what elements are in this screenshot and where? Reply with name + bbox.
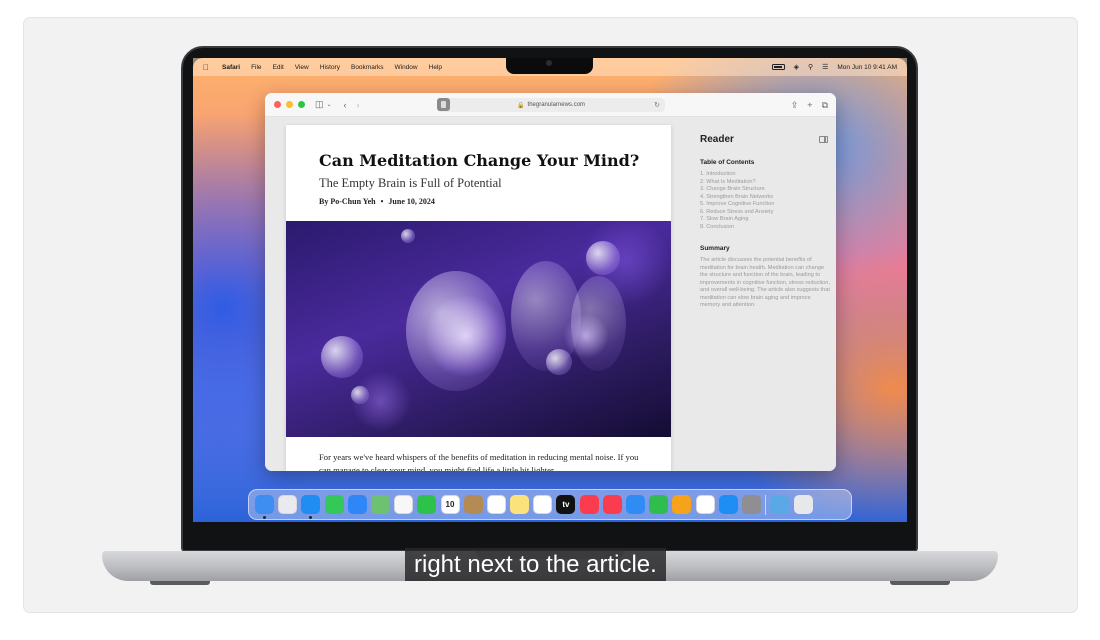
tab-overview-icon[interactable]: ⧉ xyxy=(822,100,828,111)
toc-item[interactable]: 6. Reduce Stress and Anxiety xyxy=(700,209,774,217)
dock-separator xyxy=(765,494,767,515)
freeform-icon[interactable] xyxy=(533,495,553,514)
keynote-icon[interactable] xyxy=(626,495,645,514)
battery-icon[interactable] xyxy=(771,64,785,70)
launchpad-icon[interactable] xyxy=(278,495,298,514)
toc-item[interactable]: 3. Change Brain Structure xyxy=(700,186,774,194)
tv-icon[interactable]: tv xyxy=(556,495,576,514)
wifi-icon[interactable]: ◈ xyxy=(794,63,799,71)
downloads-folder-icon[interactable] xyxy=(770,495,790,514)
forward-icon[interactable]: › xyxy=(357,100,360,110)
search-icon[interactable]: ⚲ xyxy=(808,63,813,71)
share-icon[interactable]: ⇪ xyxy=(791,100,799,111)
reader-sidebar: Reader Table of Contents 1. Introduction… xyxy=(689,117,836,471)
menu-view[interactable]: View xyxy=(295,64,309,71)
menu-app-safari[interactable]: Safari xyxy=(222,64,240,71)
pages-icon[interactable] xyxy=(672,495,692,514)
hero-bubble xyxy=(321,336,363,378)
app-store-icon[interactable] xyxy=(718,495,738,514)
article-body: For years we've heard whispers of the be… xyxy=(319,452,639,471)
hero-head-shape xyxy=(571,276,626,371)
menu-help[interactable]: Help xyxy=(429,64,442,71)
reader-content: Can Meditation Change Your Mind? The Emp… xyxy=(265,117,836,471)
laptop-foot xyxy=(150,581,210,585)
address-url: thegranularnews.com xyxy=(527,102,585,108)
article-page: Can Meditation Change Your Mind? The Emp… xyxy=(286,125,671,471)
back-icon[interactable]: ‹ xyxy=(344,100,347,110)
address-bar[interactable]: 🔒 thegranularnews.com ↻ xyxy=(437,98,665,112)
hero-bubble xyxy=(351,386,369,404)
menu-clock[interactable]: Mon Jun 10 9:41 AM xyxy=(837,64,897,71)
article-hero-image xyxy=(286,221,671,437)
music-icon[interactable] xyxy=(579,495,599,514)
toc-item[interactable]: 7. Slow Brain Aging xyxy=(700,216,774,224)
toc-item[interactable]: 1. Introduction xyxy=(700,171,774,179)
messages-icon[interactable] xyxy=(324,495,344,514)
calendar-icon[interactable]: 10 xyxy=(440,495,460,514)
hero-bubble xyxy=(401,229,415,243)
numbers-icon[interactable] xyxy=(649,495,669,514)
menu-history[interactable]: History xyxy=(320,64,340,71)
byline-separator: • xyxy=(380,197,384,206)
toc-item[interactable]: 4. Strengthen Brain Networks xyxy=(700,194,774,202)
menu-edit[interactable]: Edit xyxy=(273,64,284,71)
sidebar-toggle-icon[interactable]: ◫ xyxy=(315,99,324,110)
article-author: By Po-Chun Yeh xyxy=(319,197,376,206)
lock-icon: 🔒 xyxy=(517,102,525,109)
iphone-mirroring-icon[interactable] xyxy=(695,495,715,514)
video-caption: right next to the article. xyxy=(405,548,666,581)
toc-heading: Table of Contents xyxy=(700,159,755,166)
toc-item[interactable]: 2. What Is Meditation? xyxy=(700,179,774,187)
toc-item[interactable]: 5. Improve Cognitive Function xyxy=(700,201,774,209)
running-indicator xyxy=(309,516,313,519)
mail-icon[interactable] xyxy=(347,495,367,514)
zoom-button[interactable] xyxy=(298,101,305,108)
news-icon[interactable] xyxy=(602,495,622,514)
toc-item[interactable]: 8. Conclusion xyxy=(700,224,774,232)
reload-icon[interactable]: ↻ xyxy=(654,101,660,109)
notes-icon[interactable] xyxy=(510,495,530,514)
photos-icon[interactable] xyxy=(394,495,414,514)
menu-file[interactable]: File xyxy=(251,64,261,71)
finder-icon[interactable] xyxy=(255,495,274,519)
menu-window[interactable]: Window xyxy=(395,64,418,71)
toc-list: 1. Introduction 2. What Is Meditation? 3… xyxy=(700,171,774,231)
safari-toolbar: ◫ ⌄ ‹ › 🔒 thegranularnews.com ↻ ⇪ + ⧉ xyxy=(265,93,836,117)
article-byline: By Po-Chun Yeh • June 10, 2024 xyxy=(319,197,435,206)
safari-icon[interactable] xyxy=(301,495,321,519)
apple-icon[interactable]:  xyxy=(203,63,211,72)
close-button[interactable] xyxy=(274,101,281,108)
contacts-icon[interactable] xyxy=(463,495,483,514)
system-settings-icon[interactable] xyxy=(741,495,761,514)
article-date: June 10, 2024 xyxy=(388,197,435,206)
control-center-icon[interactable]: ☰ xyxy=(822,63,828,71)
sidebar-panel-icon[interactable] xyxy=(819,136,828,143)
maps-icon[interactable] xyxy=(370,495,390,514)
facetime-icon[interactable] xyxy=(417,495,437,514)
hero-head-shape xyxy=(406,271,506,391)
summary-heading: Summary xyxy=(700,245,730,252)
reminders-icon[interactable] xyxy=(486,495,506,514)
hero-bubble xyxy=(586,241,620,275)
trash-icon[interactable] xyxy=(793,495,813,514)
camera-icon xyxy=(546,60,552,66)
minimize-button[interactable] xyxy=(286,101,293,108)
reader-button[interactable] xyxy=(437,98,450,111)
summary-text: The article discusses the potential bene… xyxy=(700,257,830,308)
safari-window: ◫ ⌄ ‹ › 🔒 thegranularnews.com ↻ ⇪ + ⧉ Ca… xyxy=(265,93,836,471)
article-subtitle: The Empty Brain is Full of Potential xyxy=(319,176,502,190)
reader-heading: Reader xyxy=(700,134,734,145)
hero-bubble xyxy=(546,349,572,375)
menu-bookmarks[interactable]: Bookmarks xyxy=(351,64,384,71)
article-title: Can Meditation Change Your Mind? xyxy=(319,151,640,170)
running-indicator xyxy=(263,516,266,519)
laptop-foot xyxy=(890,581,950,585)
chevron-down-icon[interactable]: ⌄ xyxy=(327,101,332,108)
new-tab-icon[interactable]: + xyxy=(807,100,812,110)
dock: 10 tv xyxy=(248,489,852,520)
